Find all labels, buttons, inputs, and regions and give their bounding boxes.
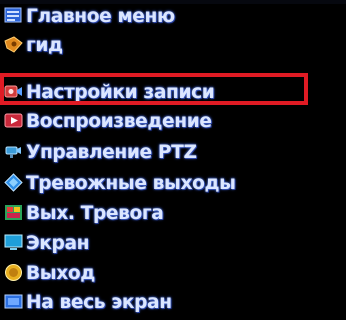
menu-item-label: Настройки записи	[26, 80, 215, 103]
alarm-exit-icon	[4, 203, 23, 222]
menu-item-label: Тревожные выходы	[26, 171, 236, 194]
menu-item-label: На весь экран	[26, 290, 172, 313]
record-settings-icon	[4, 82, 23, 101]
menu-item-screen[interactable]: Экран	[0, 229, 90, 256]
menu-item-main-menu[interactable]: Главное меню	[0, 2, 178, 29]
exit-icon	[4, 263, 23, 282]
menu-item-ptz-control[interactable]: Управление PTZ	[0, 138, 200, 165]
menu-item-label: Экран	[26, 231, 90, 254]
menu-item-label: гид	[26, 33, 63, 56]
menu-item-alarm-outputs[interactable]: Тревожные выходы	[0, 169, 240, 196]
menu-item-exit[interactable]: Выход	[0, 259, 96, 286]
menu-item-label: Управление PTZ	[26, 140, 197, 163]
menu-item-guide[interactable]: гид	[0, 31, 63, 58]
ptz-icon	[4, 142, 23, 161]
fullscreen-icon	[4, 292, 23, 311]
menu-item-alarm-exit[interactable]: Вых. Тревога	[0, 199, 166, 226]
menu-item-playback[interactable]: Воспроизведение	[0, 107, 215, 134]
menu-item-label: Воспроизведение	[26, 109, 212, 132]
menu-item-record-settings[interactable]: Настройки записи	[0, 78, 218, 105]
menu-item-fullscreen[interactable]: На весь экран	[0, 288, 175, 315]
playback-icon	[4, 111, 23, 130]
main-menu-icon	[4, 6, 23, 25]
menu-item-label: Главное меню	[26, 4, 175, 27]
guide-icon	[4, 35, 23, 54]
menu-item-label: Выход	[26, 261, 95, 284]
screen-icon	[4, 233, 23, 252]
menu-item-label: Вых. Тревога	[26, 201, 164, 224]
context-menu: Главное меню гид Настройки записи Воспро…	[0, 0, 346, 320]
alarm-output-icon	[4, 173, 23, 192]
